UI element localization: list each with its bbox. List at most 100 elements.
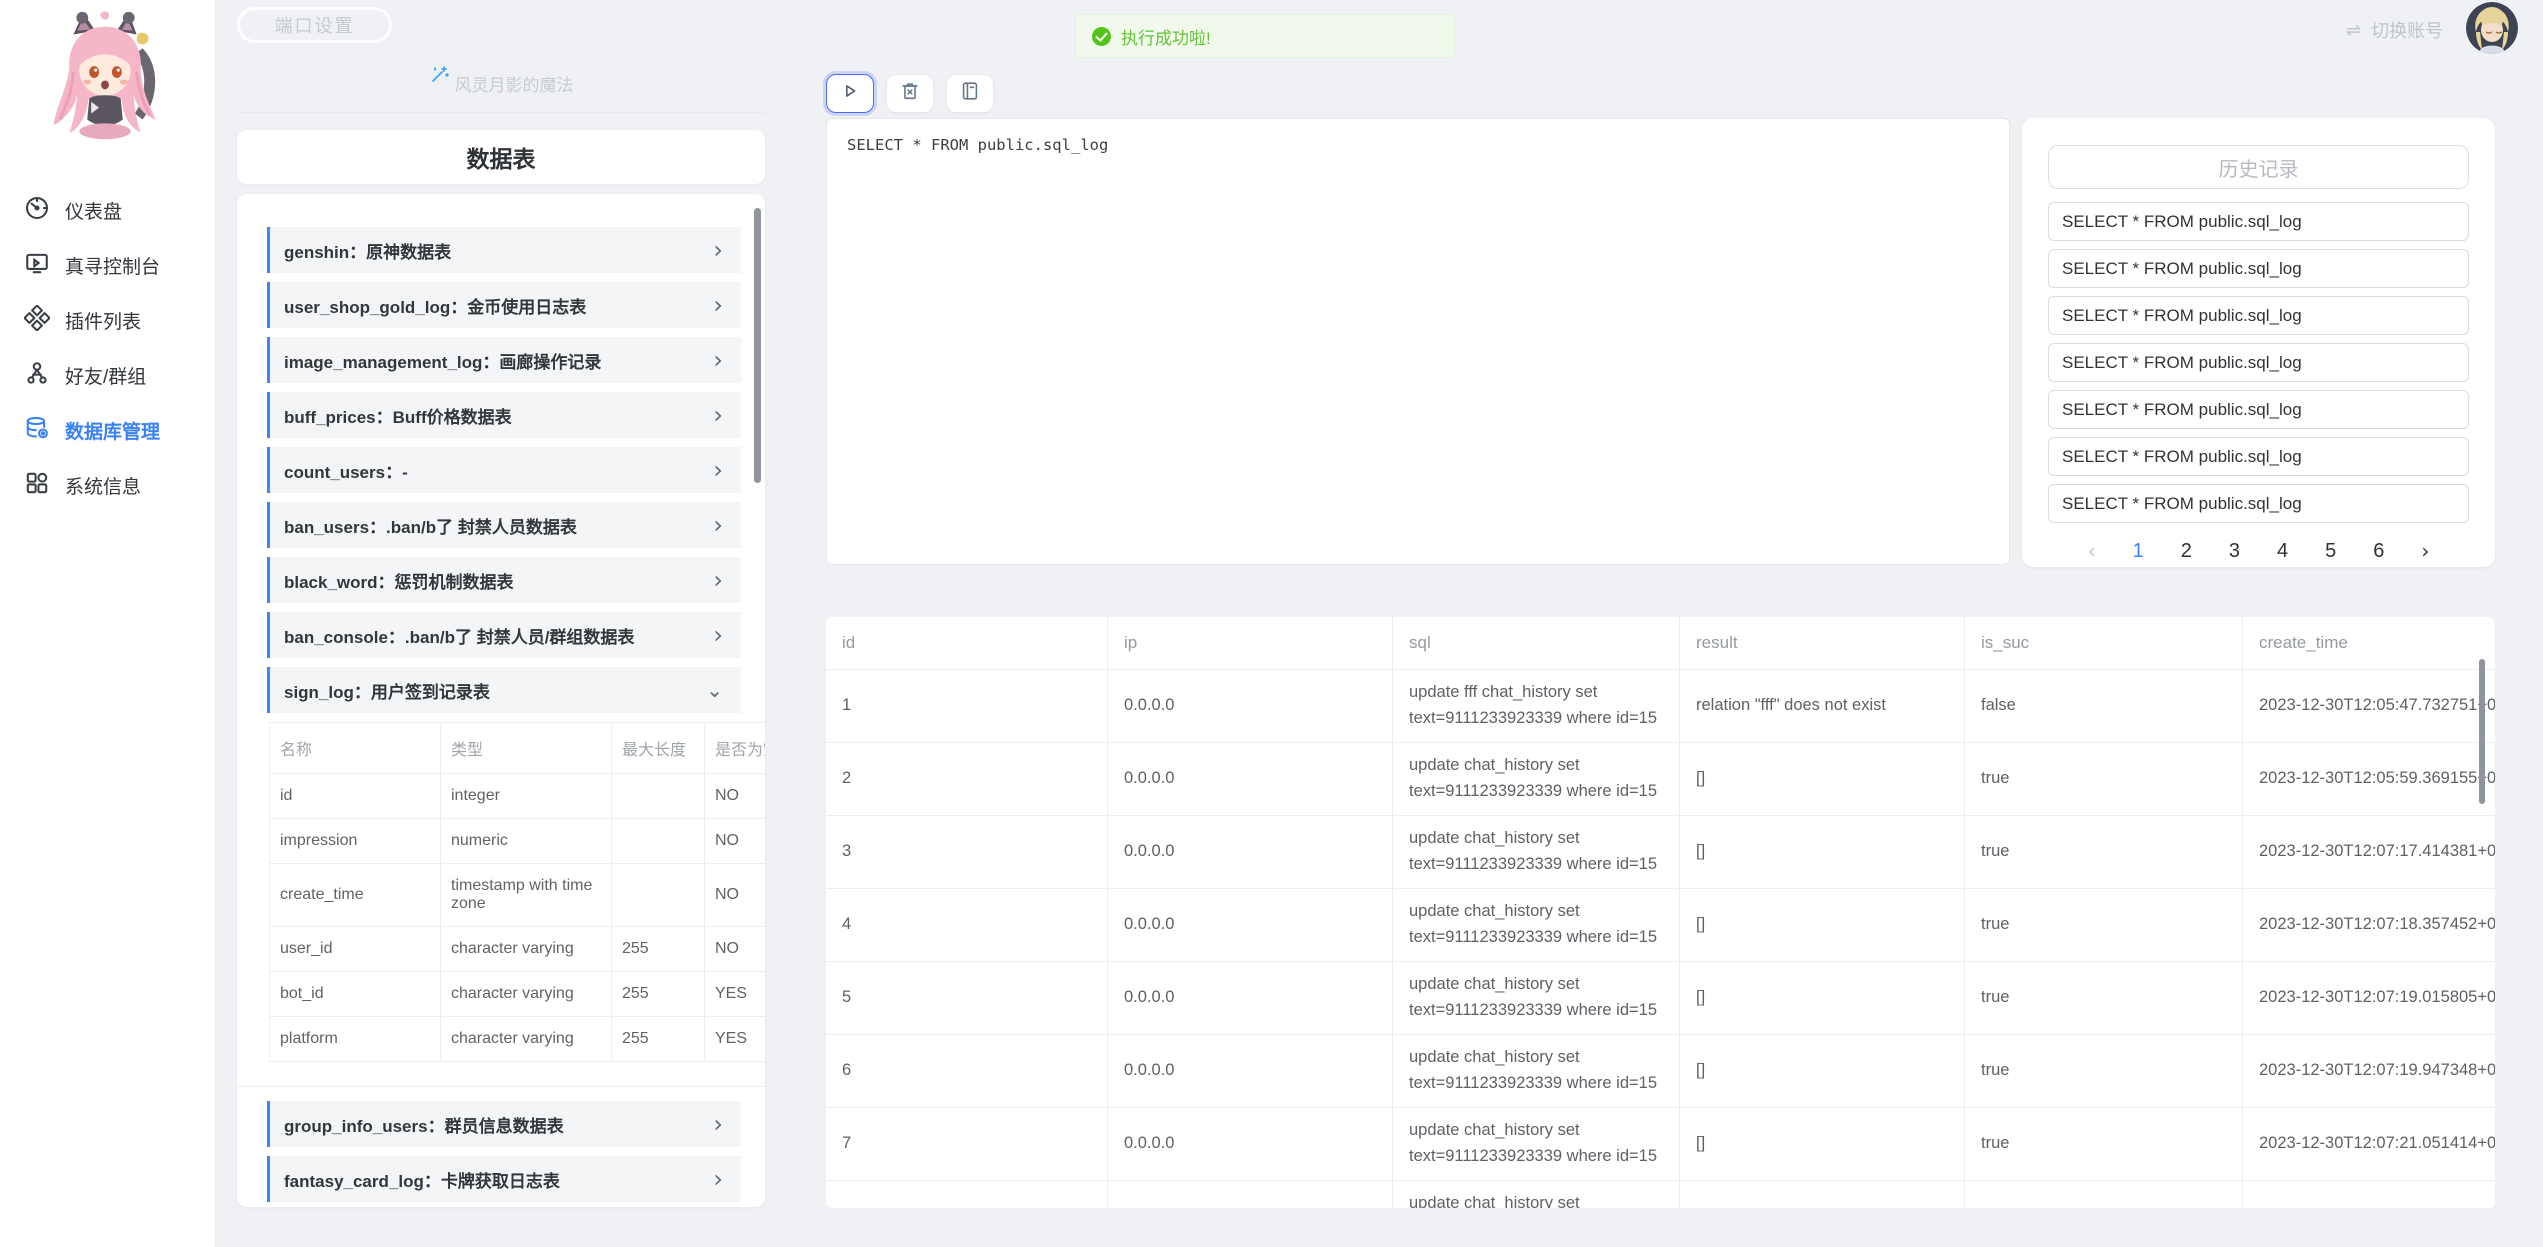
sql-editor[interactable]: SELECT * FROM public.sql_log xyxy=(826,118,2010,565)
magic-wand-icon xyxy=(429,65,449,90)
sidebar-item-label: 真寻控制台 xyxy=(65,252,160,279)
sidebar-item-plugins[interactable]: 插件列表 xyxy=(0,293,215,348)
sign-log-schema: 名称 类型 最大长度 是否为空 idinteger NO impressionn… xyxy=(269,722,741,1062)
chevron-right-icon: › xyxy=(713,458,723,482)
system-info-icon xyxy=(24,470,50,501)
table-item-label: genshin：原神数据表 xyxy=(284,238,451,263)
sidebar-item-label: 数据库管理 xyxy=(65,417,160,444)
user-avatar[interactable] xyxy=(2466,2,2518,54)
table-item-black-word[interactable]: black_word：惩罚机制数据表 › xyxy=(267,557,741,603)
schema-col-name: 名称 xyxy=(270,723,441,774)
history-title: 历史记录 xyxy=(2048,145,2469,189)
schema-row: user_idcharacter varying 255NO xyxy=(270,927,766,972)
chevron-right-icon: › xyxy=(713,623,723,647)
theme-label: 风灵月影的魔法 xyxy=(237,0,765,104)
table-row: 4 0.0.0.0 update chat_history set text=9… xyxy=(826,889,2495,962)
chevron-right-icon: › xyxy=(713,1112,723,1136)
page-number-2[interactable]: 2 xyxy=(2181,540,2192,563)
switch-account-button[interactable]: ⇌ 切换账号 xyxy=(2346,17,2443,43)
table-item-group-info-users[interactable]: group_info_users：群员信息数据表 › xyxy=(267,1101,741,1147)
schema-row: platformcharacter varying 255YES xyxy=(270,1017,766,1062)
table-item-label: count_users：- xyxy=(284,458,408,483)
toast-message: 执行成功啦! xyxy=(1121,24,1211,49)
table-item-genshin[interactable]: genshin：原神数据表 › xyxy=(267,227,741,273)
table-list-scrollbar[interactable] xyxy=(754,208,761,483)
sidebar-item-friends-groups[interactable]: 好友/群组 xyxy=(0,348,215,403)
table-item-sign-log[interactable]: sign_log：用户签到记录表 ⌄ xyxy=(267,667,741,713)
data-tables-panel: 风灵月影的魔法 数据表 genshin：原神数据表 › user_shop_go… xyxy=(237,0,765,1207)
chevron-down-icon: ⌄ xyxy=(706,680,723,700)
page-prev-icon[interactable]: ‹ xyxy=(2088,539,2096,563)
page-next-icon[interactable]: › xyxy=(2421,539,2429,563)
console-icon xyxy=(24,250,50,281)
mascot-logo-image xyxy=(26,8,215,153)
table-row: 6 0.0.0.0 update chat_history set text=9… xyxy=(826,1035,2495,1108)
success-toast: 执行成功啦! xyxy=(1075,14,1455,58)
page-number-4[interactable]: 4 xyxy=(2277,540,2288,563)
divider xyxy=(237,112,765,113)
chevron-right-icon: › xyxy=(713,1167,723,1191)
table-item-user-shop-gold-log[interactable]: user_shop_gold_log：金币使用日志表 › xyxy=(267,282,741,328)
page-number-5[interactable]: 5 xyxy=(2325,540,2336,563)
chevron-right-icon: › xyxy=(713,293,723,317)
sidebar-item-label: 好友/群组 xyxy=(65,362,146,389)
swap-arrows-icon: ⇌ xyxy=(2346,20,2361,41)
table-item-label: user_shop_gold_log：金币使用日志表 xyxy=(284,293,586,318)
history-item[interactable]: SELECT * FROM public.sql_log xyxy=(2048,484,2469,523)
trash-x-icon xyxy=(899,80,921,107)
page-number-3[interactable]: 3 xyxy=(2229,540,2240,563)
table-item-label: black_word：惩罚机制数据表 xyxy=(284,568,514,593)
history-pagination: ‹ 1 2 3 4 5 6 › xyxy=(2048,539,2469,563)
mascot-illustration xyxy=(26,8,184,148)
history-item[interactable]: SELECT * FROM public.sql_log xyxy=(2048,390,2469,429)
sidebar-item-label: 插件列表 xyxy=(65,307,141,334)
results-scrollbar[interactable] xyxy=(2479,659,2485,804)
sidebar-item-console[interactable]: 真寻控制台 xyxy=(0,238,215,293)
schema-row: impressionnumeric NO xyxy=(270,819,766,864)
history-item[interactable]: SELECT * FROM public.sql_log xyxy=(2048,249,2469,288)
gauge-icon xyxy=(24,195,50,226)
history-item[interactable]: SELECT * FROM public.sql_log xyxy=(2048,437,2469,476)
results-header-row: id ip sql result is_suc create_time xyxy=(826,617,2495,670)
table-item-ban-users[interactable]: ban_users：.ban/b了 封禁人员数据表 › xyxy=(267,502,741,548)
avatar-image xyxy=(2466,2,2518,54)
table-row: 8 0.0.0.0 update chat_history set text=9… xyxy=(826,1181,2495,1208)
sidebar: 仪表盘 真寻控制台 插件列表 xyxy=(0,0,215,1247)
schema-col-nullable: 是否为空 xyxy=(705,723,766,774)
col-header-create-time: create_time xyxy=(2243,617,2495,669)
switch-account-label: 切换账号 xyxy=(2371,17,2443,43)
history-item[interactable]: SELECT * FROM public.sql_log xyxy=(2048,296,2469,335)
check-circle-icon xyxy=(1092,27,1111,46)
query-results-table: id ip sql result is_suc create_time 1 0.… xyxy=(826,617,2495,1208)
sidebar-item-database[interactable]: 数据库管理 xyxy=(0,403,215,458)
play-icon xyxy=(839,80,861,107)
page-number-1[interactable]: 1 xyxy=(2133,540,2144,563)
sidebar-item-label: 仪表盘 xyxy=(65,197,122,224)
theme-label-text: 风灵月影的魔法 xyxy=(455,71,574,96)
history-panel: 历史记录 SELECT * FROM public.sql_log SELECT… xyxy=(2022,118,2495,567)
table-item-fantasy-card-log[interactable]: fantasy_card_log：卡牌获取日志表 › xyxy=(267,1156,741,1202)
table-item-count-users[interactable]: count_users：- › xyxy=(267,447,741,493)
chevron-right-icon: › xyxy=(713,513,723,537)
clear-query-button[interactable] xyxy=(886,74,934,113)
table-item-label: ban_console：.ban/b了 封禁人员/群组数据表 xyxy=(284,623,634,648)
table-item-ban-console[interactable]: ban_console：.ban/b了 封禁人员/群组数据表 › xyxy=(267,612,741,658)
table-item-image-management-log[interactable]: image_management_log：画廊操作记录 › xyxy=(267,337,741,383)
sidebar-item-system-info[interactable]: 系统信息 xyxy=(0,458,215,513)
history-item[interactable]: SELECT * FROM public.sql_log xyxy=(2048,343,2469,382)
run-query-button[interactable] xyxy=(826,74,874,113)
sidebar-item-dashboard[interactable]: 仪表盘 xyxy=(0,183,215,238)
sidebar-item-label: 系统信息 xyxy=(65,472,141,499)
database-icon xyxy=(24,415,50,446)
table-item-label: fantasy_card_log：卡牌获取日志表 xyxy=(284,1167,560,1192)
table-item-label: ban_users：.ban/b了 封禁人员数据表 xyxy=(284,513,577,538)
table-item-label: group_info_users：群员信息数据表 xyxy=(284,1112,564,1137)
history-item[interactable]: SELECT * FROM public.sql_log xyxy=(2048,202,2469,241)
sql-editor-content[interactable]: SELECT * FROM public.sql_log xyxy=(847,136,1108,154)
col-header-ip: ip xyxy=(1108,617,1393,669)
col-header-sql: sql xyxy=(1393,617,1680,669)
copy-journal-button[interactable] xyxy=(946,74,994,113)
table-item-buff-prices[interactable]: buff_prices：Buff价格数据表 › xyxy=(267,392,741,438)
chevron-right-icon: › xyxy=(713,403,723,427)
page-number-6[interactable]: 6 xyxy=(2373,540,2384,563)
